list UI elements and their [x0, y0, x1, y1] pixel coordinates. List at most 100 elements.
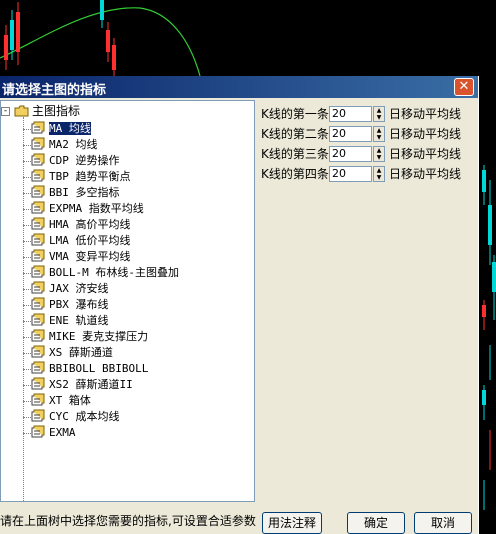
indicator-icon — [31, 185, 46, 198]
tree-item-label: LMA 低价平均线 — [49, 234, 131, 247]
period-spinner[interactable]: ▲ ▼ — [373, 126, 385, 142]
tree-item[interactable]: MIKE 麦克支撑压力 — [31, 329, 148, 344]
tree-item-label: EXMA — [49, 426, 76, 439]
tree-item[interactable]: VMA 变异平均线 — [31, 249, 131, 264]
tree-connector — [23, 161, 31, 162]
indicator-icon — [31, 233, 46, 246]
param-label: K线的第四条 — [261, 167, 329, 181]
tree-item-label: EXPMA 指数平均线 — [49, 202, 144, 215]
usage-button[interactable]: 用法注释 — [262, 512, 322, 534]
tree-connector — [23, 177, 31, 178]
spin-up-icon[interactable]: ▲ — [374, 147, 384, 154]
indicator-icon — [31, 329, 46, 342]
tree-connector — [23, 289, 31, 290]
period-spinner[interactable]: ▲ ▼ — [373, 146, 385, 162]
tree-item[interactable]: BOLL-M 布林线-主图叠加 — [31, 265, 179, 280]
spin-up-icon[interactable]: ▲ — [374, 107, 384, 114]
tree-item[interactable]: EXPMA 指数平均线 — [31, 201, 144, 216]
indicator-tree[interactable]: - 主图指标 MA 均线 MA2 均线 CDP 逆势操作 TBP 趋势平衡点 BBI 多… — [0, 100, 255, 502]
param-suffix: 日移动平均线 — [389, 167, 462, 181]
indicator-icon — [31, 297, 46, 310]
tree-item[interactable]: MA 均线 — [31, 121, 91, 136]
collapse-icon[interactable]: - — [1, 107, 10, 116]
ok-button[interactable]: 确定 — [347, 512, 405, 534]
tree-item[interactable]: BBI 多空指标 — [31, 185, 120, 200]
tree-item-label: JAX 济安线 — [49, 282, 109, 295]
indicator-icon — [31, 361, 46, 374]
tree-connector — [23, 401, 31, 402]
param-suffix: 日移动平均线 — [389, 127, 462, 141]
param-label: K线的第三条 — [261, 147, 329, 161]
tree-item-label: TBP 趋势平衡点 — [49, 170, 131, 183]
tree-item-label: MA2 均线 — [49, 138, 98, 151]
tree-item-label: MIKE 麦克支撑压力 — [49, 330, 149, 343]
param-label: K线的第二条 — [261, 127, 329, 141]
param-row: K线的第四条 20 ▲ ▼ 日移动平均线 — [261, 164, 476, 184]
period-spinner[interactable]: ▲ ▼ — [373, 106, 385, 122]
title-bar[interactable]: 请选择主图的指标 ✕ — [0, 76, 478, 98]
spin-up-icon[interactable]: ▲ — [374, 127, 384, 134]
spin-down-icon[interactable]: ▼ — [374, 114, 384, 121]
param-panel: K线的第一条 20 ▲ ▼ 日移动平均线 K线的第二条 20 ▲ ▼ 日移动平均线 K线的第三条 20… — [258, 100, 478, 502]
param-label: K线的第一条 — [261, 107, 329, 121]
tree-connector — [23, 129, 31, 130]
indicator-icon — [31, 393, 46, 406]
tree-connector — [23, 193, 31, 194]
tree-item-label: ENE 轨道线 — [49, 314, 109, 327]
tree-item[interactable]: JAX 济安线 — [31, 281, 109, 296]
period-input[interactable]: 20 — [329, 126, 372, 142]
tree-item[interactable]: HMA 高价平均线 — [31, 217, 131, 232]
indicator-icon — [31, 137, 46, 150]
tree-item[interactable]: XS2 薛斯通道II — [31, 377, 133, 392]
indicator-icon — [31, 345, 46, 358]
tree-item[interactable]: CYC 成本均线 — [31, 409, 120, 424]
tree-item-label: BBI 多空指标 — [49, 186, 120, 199]
tree-item-label: XS 薛斯通道 — [49, 346, 113, 359]
tree-connector — [23, 433, 31, 434]
tree-item[interactable]: BBIBOLL BBIBOLL — [31, 361, 148, 376]
tree-item[interactable]: LMA 低价平均线 — [31, 233, 131, 248]
tree-connector — [23, 369, 31, 370]
tree-connector — [23, 305, 31, 306]
tree-item-label: HMA 高价平均线 — [49, 218, 131, 231]
tree-connector — [23, 385, 31, 386]
tree-item[interactable]: TBP 趋势平衡点 — [31, 169, 131, 184]
tree-connector — [23, 241, 31, 242]
param-row: K线的第三条 20 ▲ ▼ 日移动平均线 — [261, 144, 476, 164]
tree-item-label: CDP 逆势操作 — [49, 154, 120, 167]
tree-item-label: MA 均线 — [49, 122, 91, 135]
spin-up-icon[interactable]: ▲ — [374, 167, 384, 174]
period-input[interactable]: 20 — [329, 146, 372, 162]
indicator-icon — [31, 169, 46, 182]
tree-connector — [23, 417, 31, 418]
tree-item[interactable]: ENE 轨道线 — [31, 313, 109, 328]
tree-item[interactable]: PBX 瀑布线 — [31, 297, 109, 312]
spin-down-icon[interactable]: ▼ — [374, 154, 384, 161]
tree-item[interactable]: CDP 逆势操作 — [31, 153, 120, 168]
spin-down-icon[interactable]: ▼ — [374, 174, 384, 181]
period-spinner[interactable]: ▲ ▼ — [373, 166, 385, 182]
tree-item[interactable]: XT 箱体 — [31, 393, 91, 408]
param-suffix: 日移动平均线 — [389, 107, 462, 121]
cancel-button[interactable]: 取消 — [414, 512, 472, 534]
param-row: K线的第二条 20 ▲ ▼ 日移动平均线 — [261, 124, 476, 144]
period-input[interactable]: 20 — [329, 106, 372, 122]
spin-down-icon[interactable]: ▼ — [374, 134, 384, 141]
tree-item-label: BOLL-M 布林线-主图叠加 — [49, 266, 179, 279]
close-button[interactable]: ✕ — [454, 78, 474, 96]
tree-item[interactable]: EXMA — [31, 425, 76, 440]
tree-item-label: BBIBOLL BBIBOLL — [49, 362, 149, 375]
tree-connector — [23, 273, 31, 274]
tree-item-label: PBX 瀑布线 — [49, 298, 109, 311]
indicator-dialog: 请选择主图的指标 ✕ - 主图指标 MA 均线 MA2 均线 CDP 逆势操作 TBP… — [0, 76, 479, 534]
tree-item[interactable]: MA2 均线 — [31, 137, 98, 152]
tree-item[interactable]: XS 薛斯通道 — [31, 345, 113, 360]
tree-connector — [23, 337, 31, 338]
tree-connector — [23, 145, 31, 146]
param-row: K线的第一条 20 ▲ ▼ 日移动平均线 — [261, 104, 476, 124]
period-input[interactable]: 20 — [329, 166, 372, 182]
indicator-icon — [31, 217, 46, 230]
tree-item-label: VMA 变异平均线 — [49, 250, 131, 263]
status-hint: 请在上面树中选择您需要的指标,可设置合适参数 — [0, 514, 256, 528]
tree-root-label: 主图指标 — [32, 104, 81, 118]
